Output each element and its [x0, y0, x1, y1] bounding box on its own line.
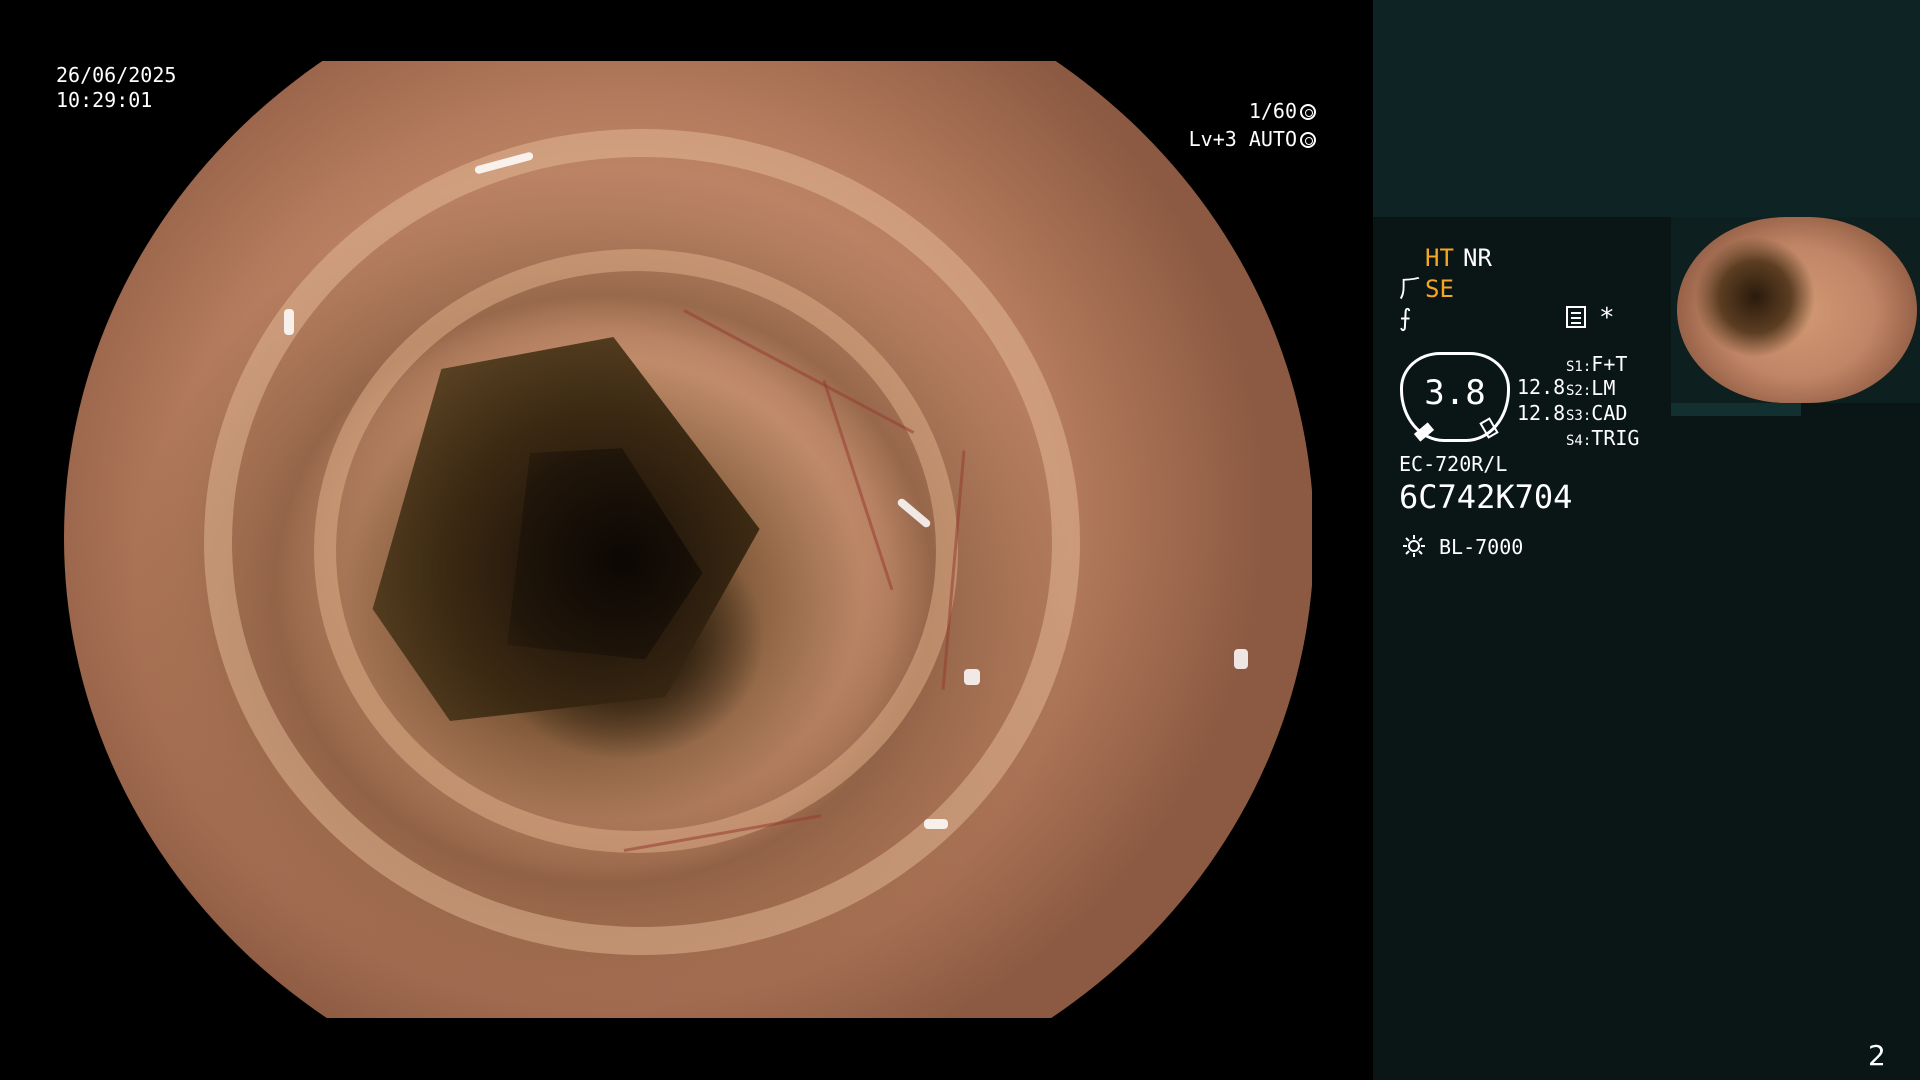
status-panel: HT NR ⺁ SE ⨍ * 3.8 12.8 12.8 S1:F+T S2:L… [1373, 0, 1920, 1080]
switch-2-label: S2: [1566, 383, 1592, 399]
thumbnail-status-strip [1671, 403, 1920, 416]
memo-icon [1566, 306, 1586, 328]
iris-level-value: Lv+3 AUTO [1188, 127, 1297, 151]
light-source-label: BL-7000 [1439, 535, 1524, 559]
value-readout-1: 12.8 [1517, 375, 1566, 399]
se-indicator: SE [1425, 275, 1454, 303]
switch-4-label: S4: [1566, 433, 1592, 449]
specular-highlight [1234, 649, 1248, 669]
scope-serial: 6C742K704 [1399, 478, 1573, 516]
date-display: 26/06/2025 [56, 63, 177, 87]
panel-header-area [1373, 0, 1920, 217]
iris-icon [1300, 132, 1316, 148]
enhancement-icon: ⺁ [1399, 275, 1423, 303]
gauge-right-marker-icon [1479, 417, 1499, 439]
captured-image-thumbnail[interactable] [1671, 217, 1920, 416]
endoscopic-image [64, 61, 1312, 1018]
light-source-icon [1403, 535, 1425, 557]
star-indicator: * [1599, 303, 1615, 333]
switch-3-label: S3: [1566, 408, 1592, 424]
value-readout-2: 12.8 [1517, 401, 1566, 425]
switch-2-value: LM [1591, 376, 1616, 400]
specular-highlight [964, 669, 980, 685]
switch-1-value: F+T [1591, 352, 1628, 376]
gauge-left-marker-icon [1413, 422, 1435, 442]
specular-highlight [284, 309, 294, 335]
thumbnail-image [1677, 217, 1917, 403]
switch-1-label: S1: [1566, 359, 1592, 375]
endoscopy-view [60, 61, 1312, 1018]
switch-4-value: TRIG [1591, 426, 1640, 450]
nr-indicator: NR [1463, 244, 1492, 272]
page-number: 2 [1868, 1039, 1886, 1072]
zoom-gauge: 3.8 [1400, 352, 1510, 442]
shutter-display: 1/60 [1249, 99, 1316, 123]
switch-4: S4:TRIG [1566, 424, 1639, 455]
freeze-icon: ⨍ [1399, 304, 1412, 332]
zoom-gauge-value: 3.8 [1424, 373, 1486, 413]
ht-indicator: HT [1425, 244, 1454, 272]
scope-model: EC-720R/L [1399, 452, 1508, 476]
shutter-icon [1300, 104, 1316, 120]
switch-3-value: CAD [1591, 401, 1628, 425]
shutter-value: 1/60 [1248, 99, 1297, 123]
specular-highlight [924, 819, 948, 829]
time-display: 10:29:01 [56, 88, 153, 112]
iris-level-display: Lv+3 AUTO [1189, 127, 1316, 151]
